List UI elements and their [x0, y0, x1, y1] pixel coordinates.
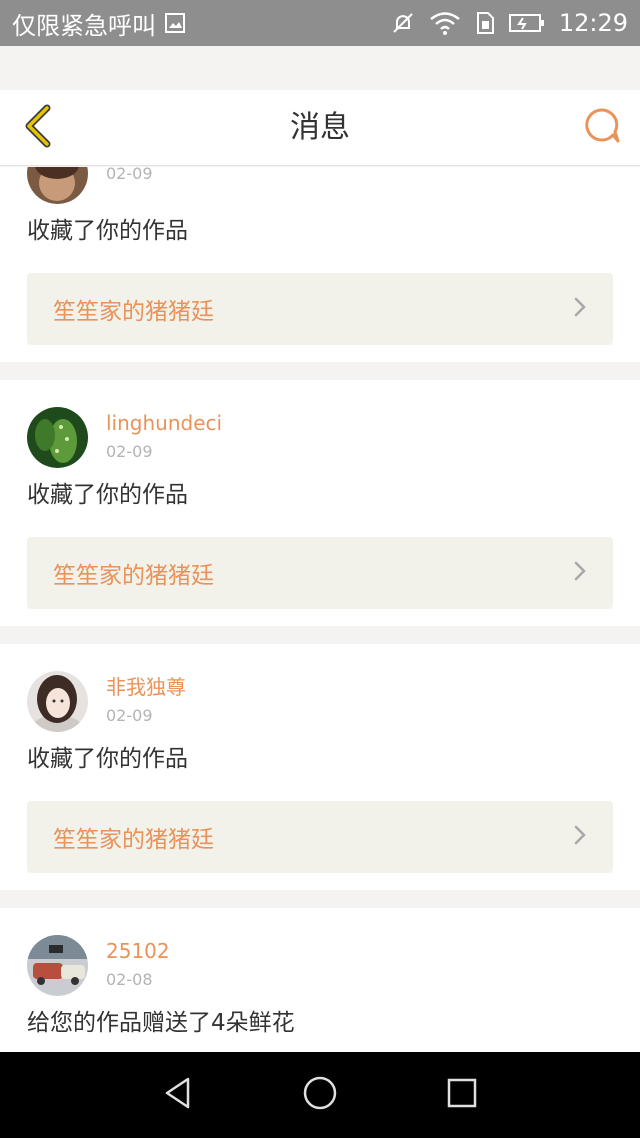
message-card: 非我独尊 02-09 收藏了你的作品 笙笙家的猪猪廷: [0, 644, 640, 890]
message-date: 02-09: [106, 167, 153, 183]
status-left: 仅限紧急呼叫: [12, 6, 186, 41]
user-row[interactable]: 02-09: [27, 167, 153, 204]
username[interactable]: linghundeci: [106, 409, 222, 437]
action-text: 收藏了你的作品: [27, 746, 188, 772]
work-link[interactable]: 笙笙家的猪猪廷: [27, 801, 613, 873]
back-triangle-icon: [162, 1076, 194, 1114]
sim-icon: [475, 11, 495, 35]
status-right: 12:29: [391, 9, 628, 37]
chevron-right-icon: [573, 560, 587, 586]
top-spacer: [0, 46, 640, 90]
avatar[interactable]: [27, 670, 88, 732]
nav-back-button[interactable]: [107, 1052, 249, 1138]
work-title: 笙笙家的猪猪廷: [53, 563, 214, 589]
nav-recents-button[interactable]: [391, 1052, 533, 1138]
work-title: 笙笙家的猪猪廷: [53, 299, 214, 325]
message-card: 25102 02-08 给您的作品赠送了4朵鲜花: [0, 908, 640, 1052]
username[interactable]: 非我独尊: [106, 673, 186, 701]
user-row[interactable]: 非我独尊 02-09: [27, 670, 186, 732]
user-row[interactable]: 25102 02-08: [27, 934, 170, 996]
wifi-icon: [429, 11, 461, 35]
user-row[interactable]: linghundeci 02-09: [27, 406, 222, 468]
work-title: 笙笙家的猪猪廷: [53, 827, 214, 853]
message-card: linghundeci 02-09 收藏了你的作品 笙笙家的猪猪廷: [0, 380, 640, 626]
status-bar: 仅限紧急呼叫 12:29: [0, 0, 640, 46]
recents-square-icon: [446, 1077, 478, 1113]
message-card: 02-09 收藏了你的作品 笙笙家的猪猪廷: [0, 167, 640, 362]
message-date: 02-09: [106, 706, 153, 725]
system-nav-bar: [0, 1052, 640, 1138]
chevron-right-icon: [573, 296, 587, 322]
action-text: 收藏了你的作品: [27, 218, 188, 244]
image-icon: [164, 12, 186, 34]
user-meta: 02-09: [106, 167, 153, 204]
action-text: 给您的作品赠送了4朵鲜花: [27, 1010, 295, 1036]
work-link[interactable]: 笙笙家的猪猪廷: [27, 273, 613, 345]
user-meta: linghundeci 02-09: [106, 406, 222, 468]
work-link[interactable]: 笙笙家的猪猪廷: [27, 537, 613, 609]
page-title: 消息: [290, 110, 350, 145]
mute-icon: [391, 11, 415, 35]
home-circle-icon: [302, 1075, 338, 1115]
message-date: 02-09: [106, 442, 153, 461]
avatar[interactable]: [27, 934, 88, 996]
app-header: 消息: [0, 90, 640, 166]
chevron-right-icon: [573, 824, 587, 850]
avatar[interactable]: [27, 167, 88, 204]
message-date: 02-08: [106, 970, 153, 989]
nav-home-button[interactable]: [249, 1052, 391, 1138]
battery-charging-icon: [508, 12, 545, 34]
avatar[interactable]: [27, 406, 88, 468]
chat-bubble-icon: [583, 107, 621, 149]
user-meta: 非我独尊 02-09: [106, 670, 186, 732]
carrier-text: 仅限紧急呼叫: [12, 11, 156, 40]
chat-button[interactable]: [578, 104, 626, 152]
clock-time: 12:29: [558, 9, 628, 37]
username[interactable]: 25102: [106, 937, 170, 965]
message-list[interactable]: 02-09 收藏了你的作品 笙笙家的猪猪廷 linghundeci 02-09: [0, 167, 640, 1052]
action-text: 收藏了你的作品: [27, 482, 188, 508]
user-meta: 25102 02-08: [106, 934, 170, 996]
